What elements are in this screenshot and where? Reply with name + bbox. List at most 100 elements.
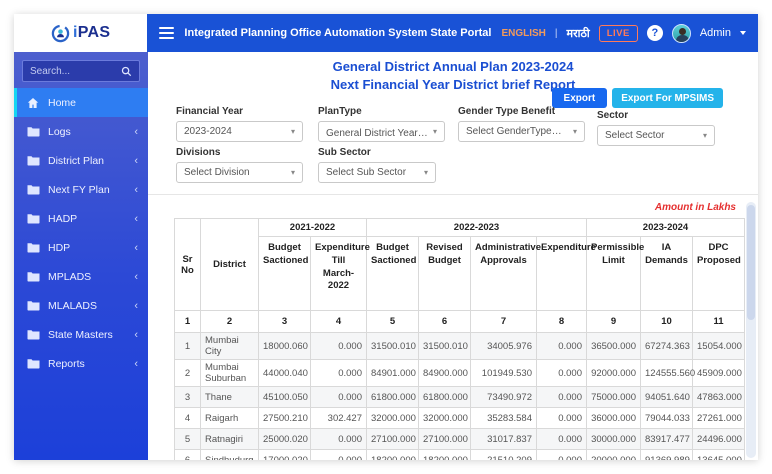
avatar[interactable] [671,23,691,43]
cell-value: 36500.000 [586,332,641,360]
cell-value: 0.000 [310,386,367,408]
sidebar-search[interactable] [22,60,140,82]
cell-value: 0.000 [310,449,367,460]
financial-year-select[interactable]: 2023-2024 ▾ [176,121,303,142]
cell-value: 0.000 [536,407,587,429]
col-index: 4 [310,310,367,333]
gender-type-benefit-select[interactable]: Select GenderTypeBenefit ▾ [458,121,585,142]
cell-value: 45909.000 [691,359,746,387]
export-buttons: Export Export For MPSIMS [551,88,723,108]
live-badge[interactable]: LIVE [598,24,638,42]
sidebar: HomeLogs‹District Plan‹Next FY Plan‹HADP… [14,52,148,460]
sidebar-item-state-masters[interactable]: State Masters ‹ [14,320,148,349]
cell-value: 25000.020 [258,428,311,450]
sidebar-item-label: HADP [48,212,78,225]
cell-value: 91369.989 [640,449,693,460]
scrollbar-thumb[interactable] [747,205,755,320]
folder-icon [27,242,40,253]
year-group-2023-2024: 2023-2024 [585,218,746,237]
admin-user-label[interactable]: Admin [700,27,731,39]
chevron-down-icon: ▾ [423,168,428,177]
sidebar-item-mlalads[interactable]: MLALADS ‹ [14,291,148,320]
sidebar-item-label: Reports [48,357,85,370]
amount-in-lakhs-note: Amount in Lakhs [654,202,736,213]
filter-divisions: Divisions Select Division ▾ [176,147,303,183]
chevron-down-icon: ▾ [702,131,707,140]
sub-sector-select[interactable]: Select Sub Sector ▾ [318,162,436,183]
table-row: 5 Ratnagiri 25000.020 0.000 27100.000 27100.0… [174,428,746,450]
divisions-select[interactable]: Select Division ▾ [176,162,303,183]
cell-value: 79044.033 [640,407,693,429]
cell-value: 34005.976 [470,332,537,360]
logo-area[interactable]: iPAS [14,14,148,52]
cell-value: 0.000 [536,449,587,460]
col-header: Budget Sactioned [258,236,311,311]
sidebar-item-hdp[interactable]: HDP ‹ [14,233,148,262]
col-index: 2 [200,310,259,333]
cell-value: 31500.010 [366,332,419,360]
sidebar-item-mplads[interactable]: MPLADS ‹ [14,262,148,291]
sidebar-item-next-fy-plan[interactable]: Next FY Plan ‹ [14,175,148,204]
cell-value: 124555.560 [640,359,695,387]
cell-district: Mumbai Suburban [200,359,259,387]
cell-value: 36000.000 [586,407,641,429]
chevron-down-icon: ▾ [290,168,295,177]
cell-value: 27100.000 [418,428,471,450]
col-header-sr-no: Sr No [174,218,201,311]
cell-value: 18000.060 [258,332,311,360]
cell-value: 27100.000 [366,428,419,450]
cell-value: 0.000 [310,428,367,450]
cell-value: 24496.000 [691,428,746,450]
cell-sr-no: 5 [174,428,201,450]
sidebar-item-district-plan[interactable]: District Plan ‹ [14,146,148,175]
cell-value: 0.000 [310,359,367,387]
cell-value: 302.427 [310,407,367,429]
brand-text: iPAS [73,24,111,41]
hamburger-menu-icon[interactable] [159,27,175,39]
cell-district: Thane [200,386,259,408]
cell-sr-no: 3 [174,386,201,408]
filter-sector: Sector Select Sector ▾ [597,110,715,146]
filter-label: Sector [597,110,629,121]
cell-sr-no: 4 [174,407,201,429]
cell-value: 0.000 [536,386,587,408]
plan-type-select[interactable]: General District Yearly Planसर्... ▾ [318,121,445,142]
language-separator: | [554,27,558,39]
col-index: 8 [536,310,587,333]
filter-label: Gender Type Benefit [458,106,556,117]
chevron-left-icon: ‹ [134,328,138,341]
cell-sr-no: 2 [174,359,201,387]
export-mpsims-button[interactable]: Export For MPSIMS [612,88,723,108]
chevron-left-icon: ‹ [134,183,138,196]
sidebar-item-logs[interactable]: Logs ‹ [14,117,148,146]
portal-title: Integrated Planning Office Automation Sy… [184,27,492,39]
folder-icon [27,358,40,369]
col-header: Revised Budget [418,236,471,311]
language-marathi-link[interactable]: मराठी [567,26,590,41]
col-index: 7 [470,310,537,333]
sub-header-row: Budget Sactioned Expenditure Till March-2… [175,236,746,311]
cell-value: 18200.000 [366,449,419,460]
table-scrollbar[interactable] [746,202,756,458]
search-input[interactable] [30,65,121,77]
table-row: 4 Raigarh 27500.210 302.427 32000.000 32000.0… [174,407,746,429]
cell-value: 44000.040 [258,359,311,387]
folder-icon [27,300,40,311]
export-button[interactable]: Export [551,88,608,108]
chevron-left-icon: ‹ [134,125,138,138]
cell-value: 35283.584 [470,407,537,429]
col-index: 6 [418,310,471,333]
sidebar-item-hadp[interactable]: HADP ‹ [14,204,148,233]
cell-district: Mumbai City [200,332,259,360]
sidebar-item-reports[interactable]: Reports ‹ [14,349,148,378]
cell-value: 101949.530 [470,359,537,387]
language-english-link[interactable]: ENGLISH [501,28,545,39]
cell-value: 30000.000 [586,428,641,450]
sidebar-item-home[interactable]: Home [14,88,148,117]
sector-select[interactable]: Select Sector ▾ [597,125,715,146]
col-header: Administrative Approvals [470,236,541,311]
navbar: Integrated Planning Office Automation Sy… [147,14,758,52]
search-icon[interactable] [121,66,132,77]
chevron-down-icon[interactable] [740,31,746,35]
help-icon[interactable]: ? [646,25,663,41]
